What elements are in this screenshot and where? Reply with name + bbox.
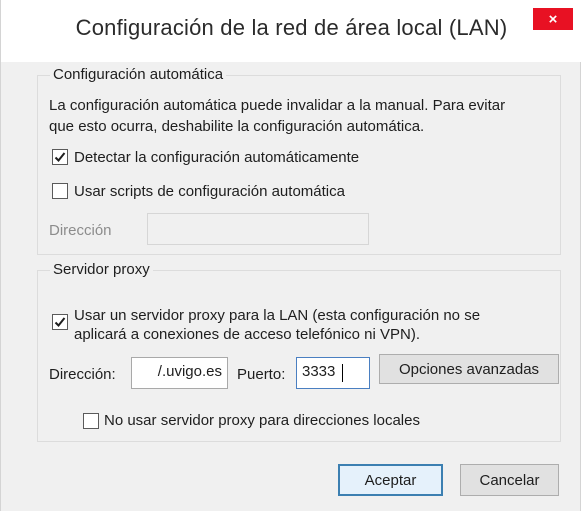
auto-config-legend: Configuración automática xyxy=(50,66,227,83)
use-proxy-label-line2[interactable]: aplicará a conexiones de acceso telefóni… xyxy=(74,324,420,345)
proxy-legend: Servidor proxy xyxy=(50,261,153,278)
lan-settings-dialog: Configuración de la red de área local (L… xyxy=(0,0,581,511)
script-address-input xyxy=(147,213,369,245)
proxy-address-input[interactable]: /.uvigo.es xyxy=(131,357,228,389)
close-icon: × xyxy=(548,10,558,28)
use-proxy-checkbox[interactable] xyxy=(52,314,68,330)
dialog-title: Configuración de la red de área local (L… xyxy=(75,15,508,40)
proxy-port-input[interactable]: 3333 xyxy=(296,357,370,389)
cancel-button[interactable]: Cancelar xyxy=(460,464,559,496)
proxy-port-label: Puerto: xyxy=(237,366,286,383)
close-button[interactable]: × xyxy=(533,8,573,30)
use-proxy-label-line1[interactable]: Usar un servidor proxy para la LAN (esta… xyxy=(74,305,480,326)
auto-config-description-line2: que esto ocurra, deshabilite la configur… xyxy=(49,118,425,135)
text-caret xyxy=(342,364,343,382)
script-address-label: Dirección xyxy=(49,222,112,239)
detect-settings-label[interactable]: Detectar la configuración automáticament… xyxy=(74,147,359,168)
advanced-options-button[interactable]: Opciones avanzadas xyxy=(379,354,559,384)
bypass-local-checkbox[interactable] xyxy=(83,413,99,429)
bypass-local-label[interactable]: No usar servidor proxy para direcciones … xyxy=(104,410,420,431)
checkmark-icon xyxy=(54,151,66,163)
proxy-port-value: 3333 xyxy=(302,363,336,380)
proxy-address-label: Dirección: xyxy=(49,366,116,383)
ok-button[interactable]: Aceptar xyxy=(338,464,443,496)
auto-config-script-checkbox[interactable] xyxy=(52,183,68,199)
auto-config-script-label[interactable]: Usar scripts de configuración automática xyxy=(74,181,345,202)
title-bar: Configuración de la red de área local (L… xyxy=(1,0,581,62)
checkmark-icon xyxy=(54,316,66,328)
detect-settings-checkbox[interactable] xyxy=(52,149,68,165)
auto-config-description-line1: La configuración automática puede invali… xyxy=(49,97,506,114)
